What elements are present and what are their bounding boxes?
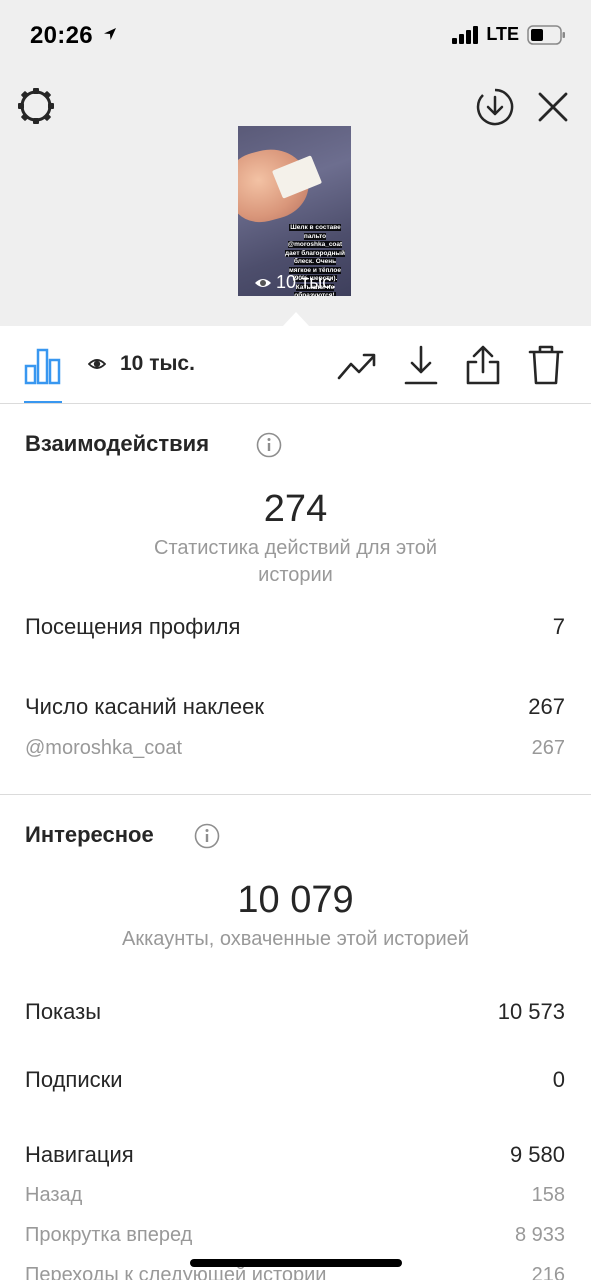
trash-icon[interactable] — [528, 344, 564, 386]
stat-row-follows: Подписки 0 — [25, 1067, 565, 1093]
stat-row-profile-visits: Посещения профиля 7 — [25, 614, 565, 640]
stat-subrow-back: Назад 158 — [25, 1184, 565, 1207]
home-indicator[interactable] — [190, 1259, 402, 1267]
active-tab-indicator — [24, 401, 62, 403]
stat-subrow-forward: Прокрутка вперед 8 933 — [25, 1224, 565, 1247]
story-thumbnail[interactable]: Шелк в составе пальто @moroshka_coat дае… — [238, 126, 351, 296]
stat-row-impressions: Показы 10 573 — [25, 999, 565, 1025]
stat-value: 7 — [552, 614, 565, 639]
stat-value: 9 580 — [509, 1142, 565, 1167]
share-icon[interactable] — [464, 344, 502, 386]
stat-value: 216 — [531, 1264, 565, 1280]
thumbnail-views: 10 тыс. — [254, 272, 336, 293]
interactions-title: Взаимодействия — [25, 431, 210, 456]
eye-icon — [88, 359, 106, 369]
location-arrow-icon — [103, 28, 116, 40]
battery-icon — [527, 24, 565, 45]
info-icon[interactable] — [194, 823, 220, 849]
download-circle-icon[interactable] — [475, 87, 515, 127]
download-icon[interactable] — [403, 344, 439, 386]
info-icon[interactable] — [256, 432, 282, 458]
close-icon[interactable] — [537, 91, 569, 123]
interactions-total: 274 — [263, 488, 328, 530]
status-time: 20:26 — [30, 22, 118, 50]
discovery-title: Интересное — [25, 822, 154, 847]
network-type: LTE — [486, 24, 519, 44]
status-right: LTE — [452, 24, 567, 45]
bar-chart-icon[interactable] — [24, 346, 62, 386]
views-count: 10 тыс. — [88, 352, 195, 376]
stat-label: Навигация — [25, 1142, 134, 1167]
stat-label: Число касаний наклеек — [25, 694, 264, 719]
stat-label: Подписки — [25, 1067, 123, 1092]
stat-value: 267 — [531, 737, 565, 759]
thumbnail-pointer — [282, 312, 310, 327]
stat-value: 10 573 — [497, 999, 565, 1024]
stat-row-sticker-taps: Число касаний наклеек 267 — [25, 694, 565, 720]
signal-icon — [452, 25, 479, 44]
stat-label: Показы — [25, 999, 102, 1024]
stat-row-navigation: Навигация 9 580 — [25, 1142, 565, 1168]
stat-label: Посещения профиля — [25, 614, 241, 639]
stat-label: Прокрутка вперед — [25, 1224, 193, 1246]
status-bar: 20:26 LTE — [0, 0, 591, 70]
stat-subrow-mention: @moroshka_coat 267 — [25, 737, 565, 760]
stat-value: 158 — [531, 1184, 565, 1206]
stat-value: 267 — [528, 694, 565, 719]
eye-icon — [255, 278, 271, 287]
section-divider — [0, 794, 591, 795]
discovery-total: 10 079 — [237, 879, 354, 921]
interactions-description: Статистика действий для этой истории — [154, 537, 437, 586]
stat-value: 8 933 — [514, 1224, 565, 1246]
discovery-description: Аккаунты, охваченные этой историей — [122, 928, 469, 950]
stat-label: Назад — [25, 1184, 83, 1206]
gear-icon[interactable] — [16, 86, 56, 126]
trending-up-icon[interactable] — [337, 350, 377, 382]
stat-label: @moroshka_coat — [25, 737, 183, 759]
stat-value: 0 — [552, 1067, 565, 1092]
